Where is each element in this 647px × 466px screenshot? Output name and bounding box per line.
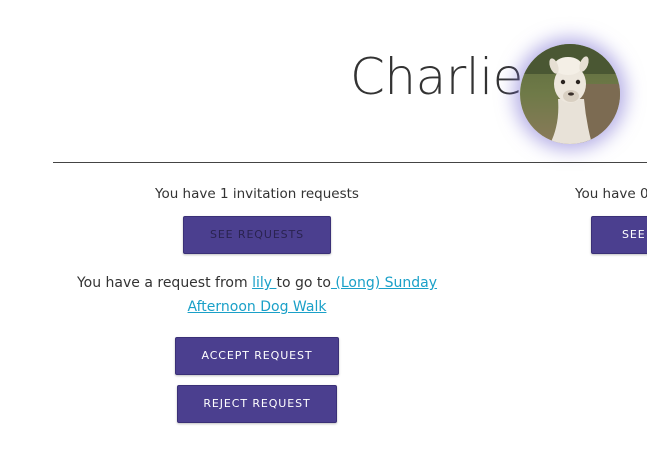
profile-page: Charlie You have 1 invitation requests S… bbox=[0, 0, 647, 466]
request-message: You have a request from lily to go to (L… bbox=[70, 271, 444, 319]
profile-name: Charlie bbox=[350, 48, 523, 106]
see-requests-button[interactable]: SEE REQUESTS bbox=[183, 216, 331, 254]
reject-request-button[interactable]: REJECT REQUEST bbox=[177, 385, 337, 423]
profile-avatar bbox=[520, 44, 620, 144]
request-middle: to go to bbox=[276, 275, 331, 291]
requester-link[interactable]: lily bbox=[252, 275, 276, 291]
header-divider bbox=[53, 162, 647, 163]
alpaca-photo-icon bbox=[520, 44, 620, 144]
see-right-button[interactable]: SEE bbox=[591, 216, 647, 254]
request-prefix: You have a request from bbox=[76, 275, 253, 291]
right-column-count-text: You have 0 bbox=[575, 186, 647, 202]
invitation-count-text: You have 1 invitation requests bbox=[155, 186, 359, 202]
accept-request-button[interactable]: ACCEPT REQUEST bbox=[175, 337, 339, 375]
